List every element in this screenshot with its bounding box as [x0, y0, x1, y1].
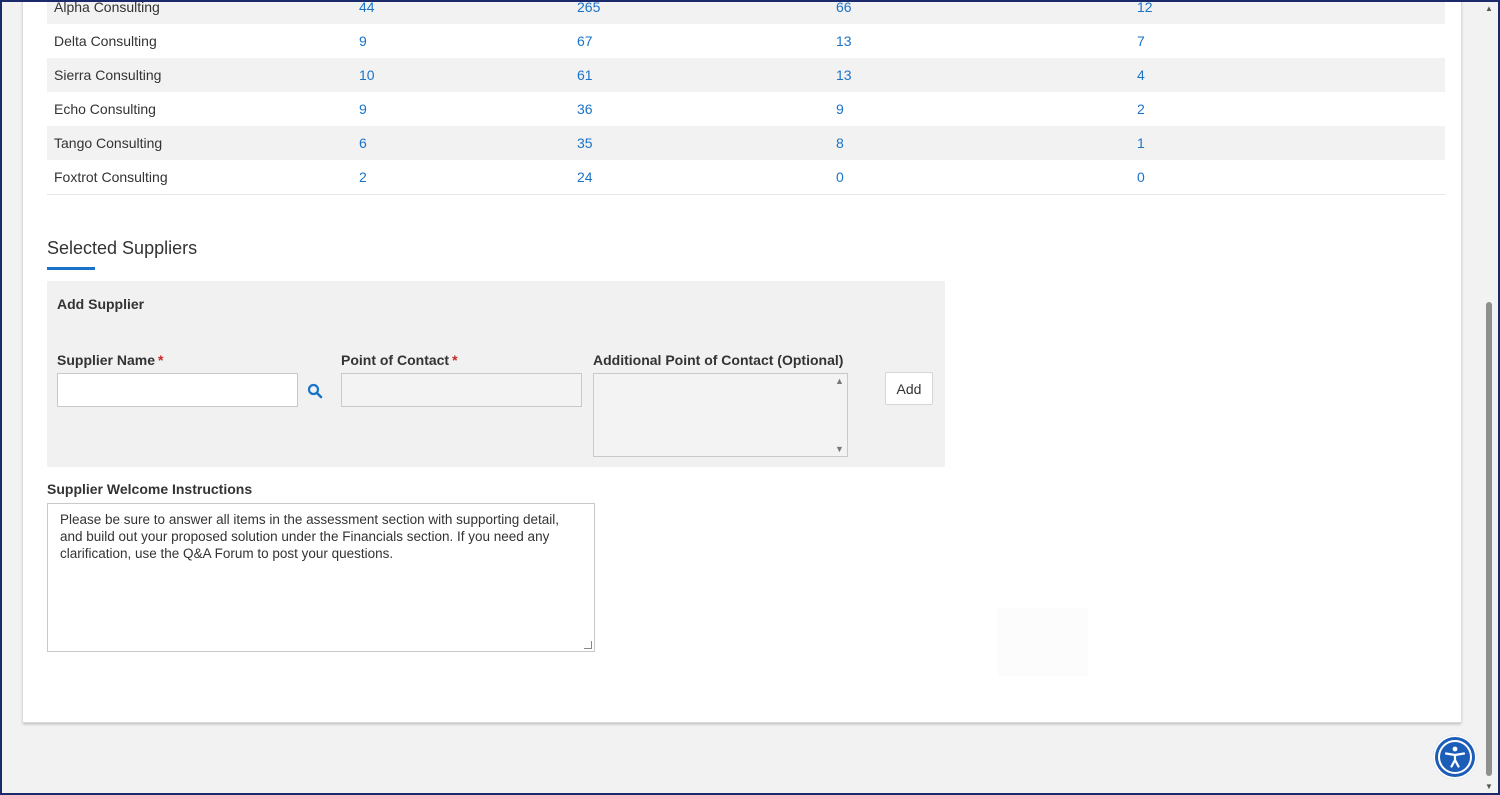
selected-suppliers-heading: Selected Suppliers — [47, 238, 198, 258]
required-marker: * — [158, 352, 164, 368]
add-supplier-title: Add Supplier — [57, 296, 145, 312]
count-link[interactable]: 9 — [836, 101, 844, 117]
accessibility-icon — [1438, 740, 1472, 774]
supplier-name-label: Supplier Name * — [57, 352, 163, 368]
table-row: Alpha Consulting 44 265 66 12 — [47, 0, 1445, 24]
add-supplier-panel: Add Supplier Supplier Name * Point of Con… — [47, 281, 945, 467]
count-link[interactable]: 4 — [1137, 67, 1145, 83]
count-link[interactable]: 6 — [359, 135, 367, 151]
scroll-up-icon[interactable]: ▲ — [835, 376, 844, 386]
count-link[interactable]: 0 — [1137, 169, 1145, 185]
count-link[interactable]: 67 — [577, 33, 593, 49]
scroll-up-icon[interactable]: ▲ — [1485, 4, 1493, 13]
table-row: Tango Consulting 6 35 8 1 — [47, 126, 1445, 160]
count-link[interactable]: 8 — [836, 135, 844, 151]
count-link[interactable]: 66 — [836, 0, 852, 15]
search-icon[interactable] — [307, 383, 323, 399]
count-link[interactable]: 61 — [577, 67, 593, 83]
count-link[interactable]: 9 — [359, 33, 367, 49]
count-link[interactable]: 35 — [577, 135, 593, 151]
count-link[interactable]: 24 — [577, 169, 593, 185]
additional-contact-listbox[interactable]: ▲ ▼ — [593, 373, 848, 457]
add-supplier-button[interactable]: Add — [885, 372, 933, 405]
count-link[interactable]: 13 — [836, 67, 852, 83]
supplier-name-input[interactable] — [57, 373, 298, 407]
count-link[interactable]: 0 — [836, 169, 844, 185]
point-of-contact-label: Point of Contact * — [341, 352, 458, 368]
count-link[interactable]: 36 — [577, 101, 593, 117]
supplier-name-cell: Sierra Consulting — [54, 67, 162, 83]
table-row: Foxtrot Consulting 2 24 0 0 — [47, 160, 1445, 195]
supplier-name-cell: Tango Consulting — [54, 135, 163, 151]
welcome-instructions-text: Please be sure to answer all items in th… — [60, 512, 560, 561]
count-link[interactable]: 13 — [836, 33, 852, 49]
count-link[interactable]: 9 — [359, 101, 367, 117]
count-link[interactable]: 265 — [577, 0, 600, 15]
required-marker: * — [452, 352, 458, 368]
scroll-down-icon[interactable]: ▼ — [1485, 782, 1493, 791]
table-row: Sierra Consulting 10 61 13 4 — [47, 58, 1445, 92]
supplier-stats-table: Alpha Consulting 44 265 66 12 Delta Cons… — [47, 0, 1445, 195]
table-row: Echo Consulting 9 36 9 2 — [47, 92, 1445, 126]
count-link[interactable]: 2 — [359, 169, 367, 185]
page-scrollbar[interactable]: ▲ ▼ — [1482, 2, 1496, 793]
welcome-instructions-textarea[interactable]: Please be sure to answer all items in th… — [47, 503, 595, 652]
point-of-contact-label-text: Point of Contact — [341, 352, 450, 368]
supplier-name-cell: Delta Consulting — [54, 33, 157, 49]
supplier-name-cell: Foxtrot Consulting — [54, 169, 168, 185]
count-link[interactable]: 7 — [1137, 33, 1145, 49]
count-link[interactable]: 1 — [1137, 135, 1145, 151]
additional-contact-label: Additional Point of Contact (Optional) — [593, 352, 844, 368]
resize-grip-icon[interactable] — [584, 641, 592, 649]
table-row: Delta Consulting 9 67 13 7 — [47, 24, 1445, 58]
supplier-name-label-text: Supplier Name — [57, 352, 156, 368]
welcome-instructions-label: Supplier Welcome Instructions — [47, 481, 253, 497]
count-link[interactable]: 2 — [1137, 101, 1145, 117]
supplier-name-cell: Echo Consulting — [54, 101, 156, 117]
count-link[interactable]: 10 — [359, 67, 375, 83]
supplier-name-cell: Alpha Consulting — [54, 0, 160, 15]
faint-overlay — [998, 608, 1088, 676]
count-link[interactable]: 12 — [1137, 0, 1153, 15]
count-link[interactable]: 44 — [359, 0, 375, 15]
heading-underline — [47, 267, 95, 270]
accessibility-button[interactable] — [1433, 735, 1477, 779]
point-of-contact-input[interactable] — [341, 373, 582, 407]
scroll-down-icon[interactable]: ▼ — [835, 444, 844, 454]
scrollbar-thumb[interactable] — [1486, 302, 1492, 776]
